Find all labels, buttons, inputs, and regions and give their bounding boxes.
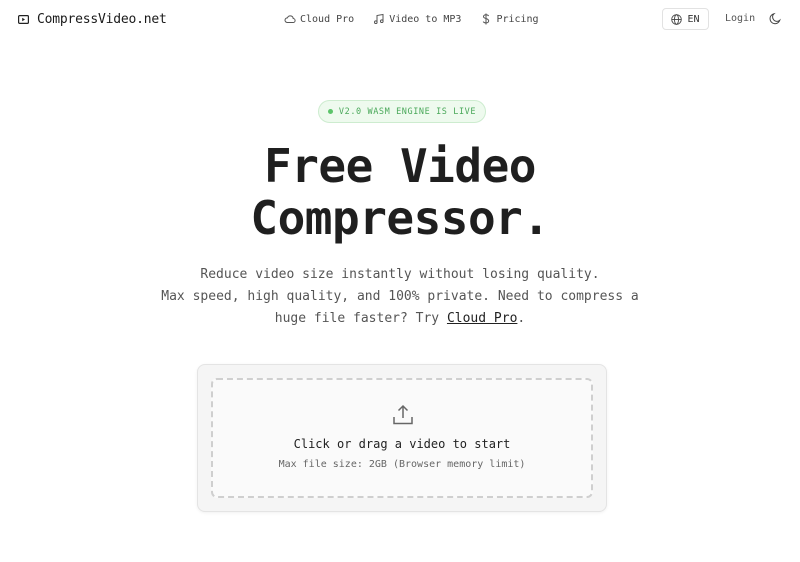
drop-zone-title: Click or drag a video to start bbox=[293, 437, 511, 451]
login-link[interactable]: Login bbox=[725, 13, 755, 24]
title-line-2: Compressor. bbox=[250, 191, 550, 245]
language-label: EN bbox=[687, 13, 700, 25]
subtitle-line-1: Reduce video size instantly without losi… bbox=[200, 267, 600, 282]
main-nav: Cloud Pro Video to MP3 Pricing bbox=[284, 11, 539, 27]
nav-label: Video to MP3 bbox=[389, 13, 462, 25]
play-square-icon bbox=[18, 14, 29, 24]
nav-item-pricing[interactable]: Pricing bbox=[480, 13, 539, 25]
page-title: Free Video Compressor. bbox=[0, 140, 800, 244]
upload-card: Click or drag a video to start Max file … bbox=[197, 364, 607, 512]
cloud-pro-link[interactable]: Cloud Pro bbox=[447, 311, 517, 326]
music-note-icon bbox=[374, 13, 384, 24]
title-line-1: Free Video bbox=[264, 139, 536, 193]
nav-label: Pricing bbox=[496, 13, 539, 25]
language-selector[interactable]: EN bbox=[662, 8, 709, 30]
page-subtitle: Reduce video size instantly without losi… bbox=[140, 264, 660, 330]
subtitle-line-3: huge file faster? Try bbox=[274, 311, 440, 326]
globe-icon bbox=[671, 13, 683, 25]
drop-zone-hint: Max file size: 2GB (Browser memory limit… bbox=[278, 459, 526, 470]
subtitle-period: . bbox=[517, 311, 526, 326]
brand-logo[interactable]: CompressVideo.net bbox=[18, 10, 167, 28]
cloud-icon bbox=[284, 15, 296, 23]
nav-label: Cloud Pro bbox=[300, 13, 355, 25]
upload-icon bbox=[393, 404, 413, 425]
dollar-icon bbox=[483, 13, 490, 25]
status-badge: V2.0 WASM ENGINE IS LIVE bbox=[318, 100, 486, 123]
moon-icon[interactable] bbox=[769, 12, 782, 25]
badge-text: V2.0 WASM ENGINE IS LIVE bbox=[338, 106, 477, 117]
top-navbar: CompressVideo.net Cloud Pro Video to MP3… bbox=[0, 0, 800, 38]
nav-item-cloud-pro[interactable]: Cloud Pro bbox=[284, 13, 354, 25]
subtitle-line-2: Max speed, high quality, and 100% privat… bbox=[161, 289, 639, 304]
nav-item-video-to-mp3[interactable]: Video to MP3 bbox=[373, 13, 461, 25]
file-drop-zone[interactable]: Click or drag a video to start Max file … bbox=[211, 378, 593, 498]
brand-name: CompressVideo.net bbox=[37, 11, 167, 27]
status-dot bbox=[327, 109, 333, 114]
